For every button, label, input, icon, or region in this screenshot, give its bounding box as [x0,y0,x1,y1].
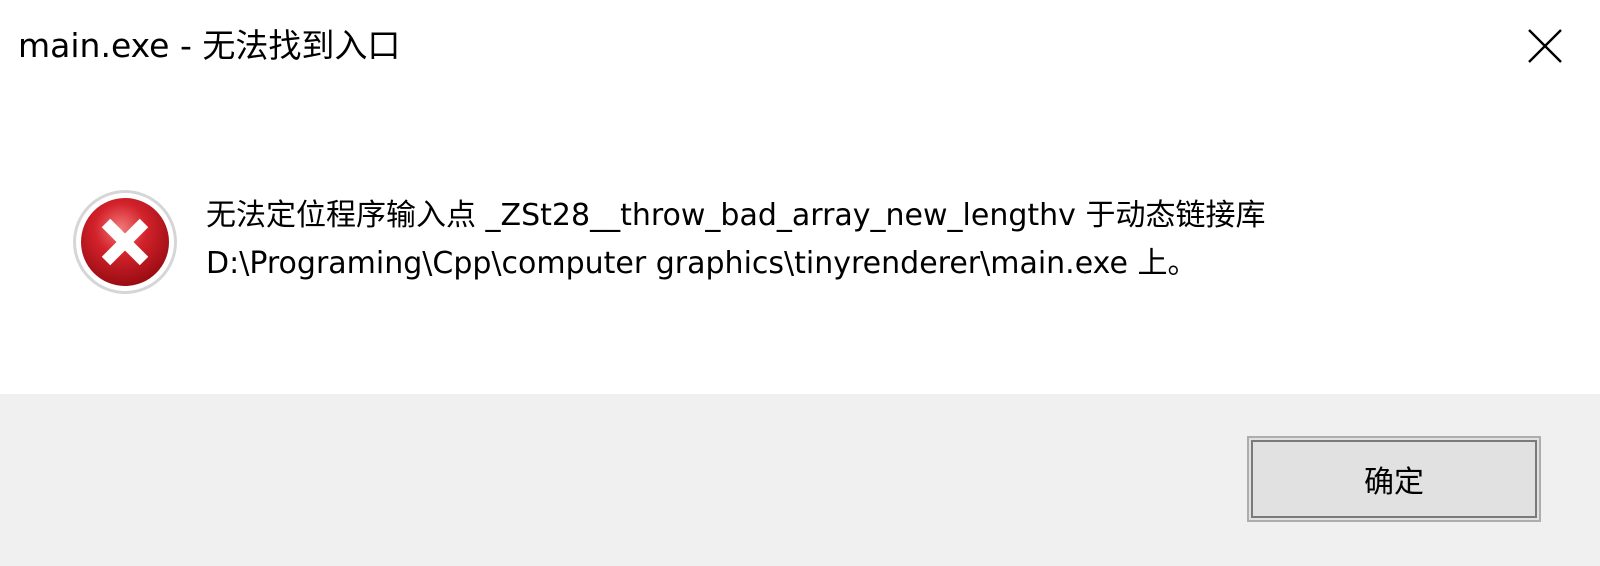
ok-button[interactable]: 确定 [1247,436,1541,522]
title-bar[interactable]: main.exe - 无法找到入口 [0,0,1600,96]
window-title: main.exe - 无法找到入口 [18,26,401,65]
dialog-content: 无法定位程序输入点 _ZSt28__throw_bad_array_new_le… [0,96,1600,394]
error-dialog: main.exe - 无法找到入口 无法定位程序输入点 _ZSt28__thro… [0,0,1600,566]
dialog-footer: 确定 [0,394,1600,566]
close-icon [1527,28,1563,64]
error-icon [71,188,179,296]
error-message-line-1: 无法定位程序输入点 _ZSt28__throw_bad_array_new_le… [206,198,1266,233]
error-message-line-2: D:\Programing\Cpp\computer graphics\tiny… [206,246,1198,281]
close-button[interactable] [1490,0,1600,92]
error-message: 无法定位程序输入点 _ZSt28__throw_bad_array_new_le… [206,192,1265,288]
